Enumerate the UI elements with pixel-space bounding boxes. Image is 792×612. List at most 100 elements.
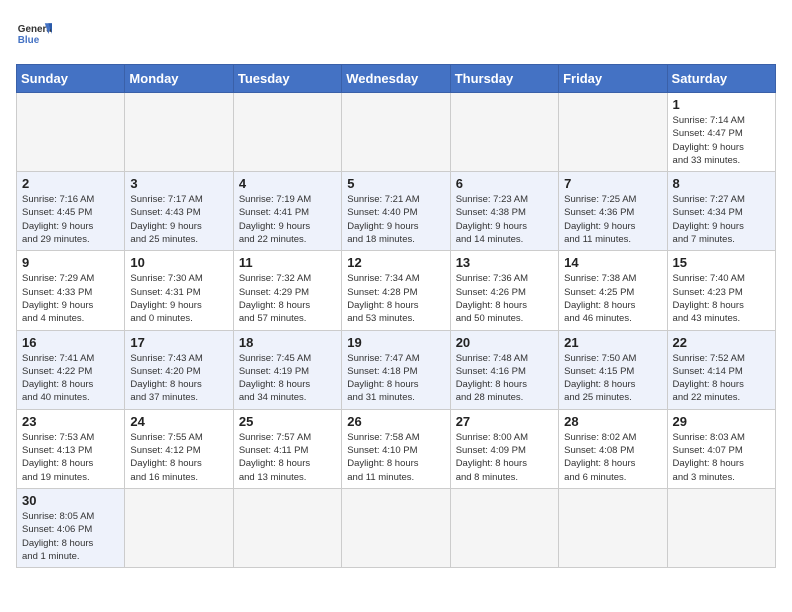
calendar-cell: 29Sunrise: 8:03 AM Sunset: 4:07 PM Dayli…: [667, 409, 775, 488]
day-info: Sunrise: 8:00 AM Sunset: 4:09 PM Dayligh…: [456, 431, 553, 484]
day-info: Sunrise: 7:23 AM Sunset: 4:38 PM Dayligh…: [456, 193, 553, 246]
svg-text:Blue: Blue: [18, 35, 40, 46]
day-info: Sunrise: 7:58 AM Sunset: 4:10 PM Dayligh…: [347, 431, 444, 484]
calendar-cell: [559, 93, 667, 172]
calendar-cell: 15 Sunrise: 7:40 AM Sunset: 4:23 PM Dayli…: [667, 251, 775, 330]
header-friday: Friday: [559, 65, 667, 93]
calendar-week-5: 23Sunrise: 7:53 AM Sunset: 4:13 PM Dayli…: [17, 409, 776, 488]
day-number: 11: [239, 255, 336, 270]
calendar-cell: 11 Sunrise: 7:32 AM Sunset: 4:29 PM Dayli…: [233, 251, 341, 330]
day-number: 6: [456, 176, 553, 191]
day-info: Sunrise: 7:25 AM Sunset: 4:36 PM Dayligh…: [564, 193, 661, 246]
day-number: 16: [22, 335, 119, 350]
calendar-cell: 9Sunrise: 7:29 AM Sunset: 4:33 PM Daylig…: [17, 251, 125, 330]
calendar-cell: [559, 488, 667, 567]
day-info: Sunrise: 7:40 AM Sunset: 4:23 PM Dayligh…: [673, 272, 770, 325]
calendar-cell: [667, 488, 775, 567]
calendar-cell: [342, 93, 450, 172]
day-number: 14: [564, 255, 661, 270]
calendar-cell: 2 Sunrise: 7:16 AM Sunset: 4:45 PM Daylig…: [17, 172, 125, 251]
calendar-cell: 8 Sunrise: 7:27 AM Sunset: 4:34 PM Daylig…: [667, 172, 775, 251]
header: General Blue: [16, 16, 776, 52]
day-info: Sunrise: 7:14 AM Sunset: 4:47 PM Dayligh…: [673, 114, 770, 167]
calendar-cell: 18Sunrise: 7:45 AM Sunset: 4:19 PM Dayli…: [233, 330, 341, 409]
day-info: Sunrise: 7:48 AM Sunset: 4:16 PM Dayligh…: [456, 352, 553, 405]
day-info: Sunrise: 7:50 AM Sunset: 4:15 PM Dayligh…: [564, 352, 661, 405]
day-number: 28: [564, 414, 661, 429]
calendar-cell: [233, 93, 341, 172]
day-number: 24: [130, 414, 227, 429]
day-number: 12: [347, 255, 444, 270]
calendar-week-2: 2 Sunrise: 7:16 AM Sunset: 4:45 PM Daylig…: [17, 172, 776, 251]
calendar-week-1: 1 Sunrise: 7:14 AM Sunset: 4:47 PM Daylig…: [17, 93, 776, 172]
header-saturday: Saturday: [667, 65, 775, 93]
calendar-week-4: 16Sunrise: 7:41 AM Sunset: 4:22 PM Dayli…: [17, 330, 776, 409]
calendar-cell: [450, 488, 558, 567]
calendar-header-row: SundayMondayTuesdayWednesdayThursdayFrid…: [17, 65, 776, 93]
day-info: Sunrise: 7:30 AM Sunset: 4:31 PM Dayligh…: [130, 272, 227, 325]
day-info: Sunrise: 7:43 AM Sunset: 4:20 PM Dayligh…: [130, 352, 227, 405]
day-info: Sunrise: 7:21 AM Sunset: 4:40 PM Dayligh…: [347, 193, 444, 246]
day-number: 5: [347, 176, 444, 191]
day-number: 21: [564, 335, 661, 350]
calendar-cell: 19 Sunrise: 7:47 AM Sunset: 4:18 PM Dayli…: [342, 330, 450, 409]
logo-icon: General Blue: [16, 16, 52, 52]
day-info: Sunrise: 8:03 AM Sunset: 4:07 PM Dayligh…: [673, 431, 770, 484]
calendar-cell: 4 Sunrise: 7:19 AM Sunset: 4:41 PM Daylig…: [233, 172, 341, 251]
day-number: 8: [673, 176, 770, 191]
calendar-cell: [17, 93, 125, 172]
day-number: 22: [673, 335, 770, 350]
calendar-cell: 22 Sunrise: 7:52 AM Sunset: 4:14 PM Dayli…: [667, 330, 775, 409]
day-number: 7: [564, 176, 661, 191]
calendar-cell: 14Sunrise: 7:38 AM Sunset: 4:25 PM Dayli…: [559, 251, 667, 330]
day-number: 23: [22, 414, 119, 429]
calendar-cell: [342, 488, 450, 567]
calendar-cell: 24 Sunrise: 7:55 AM Sunset: 4:12 PM Dayli…: [125, 409, 233, 488]
day-number: 17: [130, 335, 227, 350]
calendar-cell: 17 Sunrise: 7:43 AM Sunset: 4:20 PM Dayli…: [125, 330, 233, 409]
logo: General Blue: [16, 16, 58, 52]
calendar-cell: 21 Sunrise: 7:50 AM Sunset: 4:15 PM Dayli…: [559, 330, 667, 409]
header-thursday: Thursday: [450, 65, 558, 93]
day-number: 2: [22, 176, 119, 191]
calendar-cell: 3Sunrise: 7:17 AM Sunset: 4:43 PM Daylig…: [125, 172, 233, 251]
day-number: 1: [673, 97, 770, 112]
calendar-cell: [125, 488, 233, 567]
calendar-week-6: 30Sunrise: 8:05 AM Sunset: 4:06 PM Dayli…: [17, 488, 776, 567]
calendar-cell: 23Sunrise: 7:53 AM Sunset: 4:13 PM Dayli…: [17, 409, 125, 488]
day-number: 25: [239, 414, 336, 429]
header-sunday: Sunday: [17, 65, 125, 93]
calendar-cell: 25 Sunrise: 7:57 AM Sunset: 4:11 PM Dayli…: [233, 409, 341, 488]
day-number: 15: [673, 255, 770, 270]
day-number: 27: [456, 414, 553, 429]
calendar-cell: 12 Sunrise: 7:34 AM Sunset: 4:28 PM Dayli…: [342, 251, 450, 330]
calendar-cell: 10 Sunrise: 7:30 AM Sunset: 4:31 PM Dayli…: [125, 251, 233, 330]
calendar-cell: 27 Sunrise: 8:00 AM Sunset: 4:09 PM Dayli…: [450, 409, 558, 488]
calendar-cell: 16Sunrise: 7:41 AM Sunset: 4:22 PM Dayli…: [17, 330, 125, 409]
day-number: 19: [347, 335, 444, 350]
day-number: 13: [456, 255, 553, 270]
day-info: Sunrise: 7:34 AM Sunset: 4:28 PM Dayligh…: [347, 272, 444, 325]
day-info: Sunrise: 7:52 AM Sunset: 4:14 PM Dayligh…: [673, 352, 770, 405]
day-number: 4: [239, 176, 336, 191]
day-info: Sunrise: 7:57 AM Sunset: 4:11 PM Dayligh…: [239, 431, 336, 484]
header-tuesday: Tuesday: [233, 65, 341, 93]
calendar-cell: 30Sunrise: 8:05 AM Sunset: 4:06 PM Dayli…: [17, 488, 125, 567]
day-number: 10: [130, 255, 227, 270]
day-info: Sunrise: 7:19 AM Sunset: 4:41 PM Dayligh…: [239, 193, 336, 246]
day-info: Sunrise: 7:16 AM Sunset: 4:45 PM Dayligh…: [22, 193, 119, 246]
day-number: 9: [22, 255, 119, 270]
day-info: Sunrise: 7:27 AM Sunset: 4:34 PM Dayligh…: [673, 193, 770, 246]
day-info: Sunrise: 7:55 AM Sunset: 4:12 PM Dayligh…: [130, 431, 227, 484]
day-info: Sunrise: 8:05 AM Sunset: 4:06 PM Dayligh…: [22, 510, 119, 563]
header-wednesday: Wednesday: [342, 65, 450, 93]
calendar-week-3: 9Sunrise: 7:29 AM Sunset: 4:33 PM Daylig…: [17, 251, 776, 330]
day-info: Sunrise: 7:32 AM Sunset: 4:29 PM Dayligh…: [239, 272, 336, 325]
calendar-cell: 28Sunrise: 8:02 AM Sunset: 4:08 PM Dayli…: [559, 409, 667, 488]
calendar-cell: 6 Sunrise: 7:23 AM Sunset: 4:38 PM Daylig…: [450, 172, 558, 251]
day-info: Sunrise: 7:47 AM Sunset: 4:18 PM Dayligh…: [347, 352, 444, 405]
day-number: 3: [130, 176, 227, 191]
calendar-cell: [450, 93, 558, 172]
calendar-cell: 13Sunrise: 7:36 AM Sunset: 4:26 PM Dayli…: [450, 251, 558, 330]
day-number: 18: [239, 335, 336, 350]
